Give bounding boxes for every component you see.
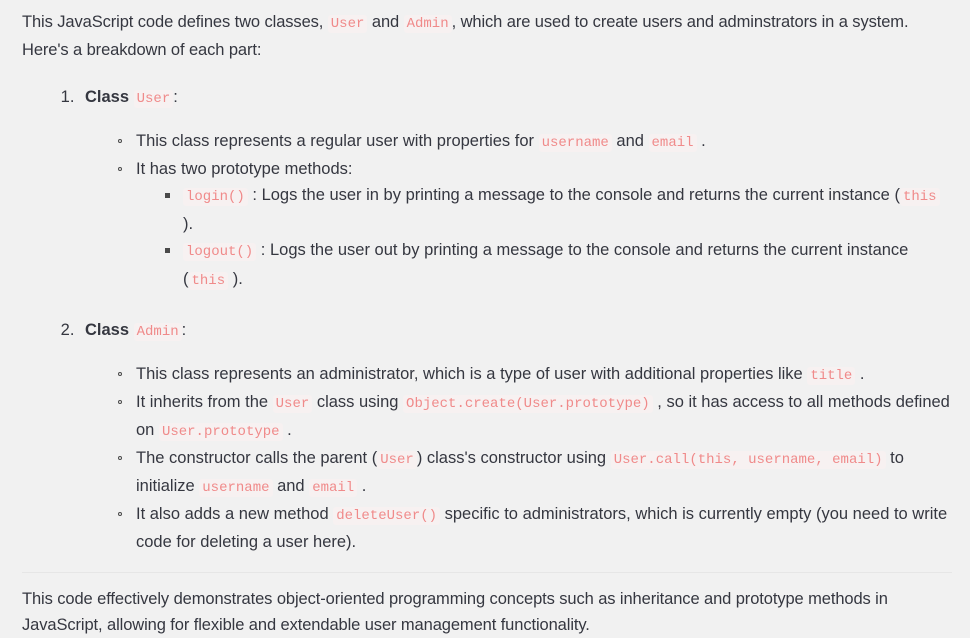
list-item: It inherits from the User class using Ob… bbox=[118, 389, 952, 445]
bullet-text-2: ) class's constructor using bbox=[416, 449, 611, 467]
inline-code-username: username bbox=[199, 479, 273, 497]
prototype-methods-list: login() : Logs the user in by printing a… bbox=[136, 182, 952, 294]
inline-code-admin: Admin bbox=[133, 323, 182, 341]
bullet-text-5: . bbox=[357, 477, 367, 495]
section-title-label: Class bbox=[85, 88, 130, 106]
bullet-text-1: It has two prototype methods: bbox=[136, 160, 353, 178]
section-divider bbox=[22, 572, 952, 573]
list-item: This class represents a regular user wit… bbox=[118, 128, 952, 156]
inline-code-logout: logout() bbox=[183, 243, 257, 261]
bullet-text-2: . bbox=[855, 365, 865, 383]
list-item: This class represents an administrator, … bbox=[118, 361, 952, 389]
inline-code-email: email bbox=[309, 479, 358, 497]
subbullet-text-1: : Logs the user in by printing a message… bbox=[247, 186, 900, 204]
outline-item-class-user: Class User: This class represents a regu… bbox=[79, 84, 952, 294]
list-item: login() : Logs the user in by printing a… bbox=[165, 182, 952, 237]
inline-code-object-create: Object.create(User.prototype) bbox=[403, 395, 653, 413]
bullet-text-1: The constructor calls the parent ( bbox=[136, 449, 378, 467]
intro-text-2: and bbox=[367, 13, 404, 31]
list-item: logout() : Logs the user out by printing… bbox=[165, 237, 952, 294]
inline-code-user: User bbox=[327, 15, 368, 33]
list-item: It also adds a new method deleteUser() s… bbox=[118, 501, 952, 555]
bullet-text-4: and bbox=[272, 477, 310, 495]
bullet-text-1: This class represents an administrator, … bbox=[136, 365, 808, 383]
inline-code-user-prototype: User.prototype bbox=[158, 423, 283, 441]
bullet-text-1: This class represents a regular user wit… bbox=[136, 132, 539, 150]
section-2-bullets: This class represents an administrator, … bbox=[85, 361, 952, 555]
inline-code-delete-user: deleteUser() bbox=[333, 507, 441, 525]
closing-paragraph: This code effectively demonstrates objec… bbox=[22, 590, 888, 634]
inline-code-this: this bbox=[899, 188, 940, 206]
bullet-text-4: . bbox=[282, 421, 292, 439]
subbullet-text-1: : Logs the user out by printing a messag… bbox=[183, 241, 909, 288]
inline-code-username: username bbox=[538, 134, 612, 152]
section-title-suffix: : bbox=[181, 321, 187, 339]
intro-paragraph: This JavaScript code defines two classes… bbox=[22, 9, 952, 63]
bullet-text-1: It inherits from the bbox=[136, 393, 273, 411]
inline-code-user: User bbox=[272, 395, 313, 413]
bullet-text-3: . bbox=[696, 132, 706, 150]
bullet-text-2: class using bbox=[312, 393, 404, 411]
subbullet-text-2: ). bbox=[228, 269, 243, 288]
list-item: It has two prototype methods: login() : … bbox=[118, 156, 952, 294]
inline-code-this: this bbox=[188, 271, 229, 290]
class-outline-list: Class User: This class represents a regu… bbox=[22, 84, 952, 555]
outline-item-class-admin: Class Admin: This class represents an ad… bbox=[79, 317, 952, 555]
section-1-bullets: This class represents a regular user wit… bbox=[85, 128, 952, 294]
assistant-answer-body: This JavaScript code defines two classes… bbox=[0, 0, 970, 638]
list-item: The constructor calls the parent (User) … bbox=[118, 445, 952, 501]
inline-code-email: email bbox=[648, 134, 697, 152]
section-title: Class Admin: bbox=[85, 321, 187, 341]
section-title-suffix: : bbox=[173, 88, 178, 106]
inline-code-login: login() bbox=[183, 188, 248, 206]
inline-code-user: User bbox=[133, 90, 174, 108]
inline-code-title: title bbox=[807, 367, 856, 385]
bullet-text-2: and bbox=[611, 132, 649, 150]
section-title: Class User: bbox=[85, 88, 178, 108]
section-title-label: Class bbox=[85, 321, 130, 339]
intro-text-1: This JavaScript code defines two classes… bbox=[22, 13, 328, 31]
inline-code-user-call: User.call(this, username, email) bbox=[610, 451, 886, 469]
inline-code-admin: Admin bbox=[403, 15, 452, 33]
bullet-text-1: It also adds a new method bbox=[136, 505, 334, 523]
subbullet-text-2: ). bbox=[183, 214, 194, 233]
inline-code-user: User bbox=[377, 451, 417, 469]
